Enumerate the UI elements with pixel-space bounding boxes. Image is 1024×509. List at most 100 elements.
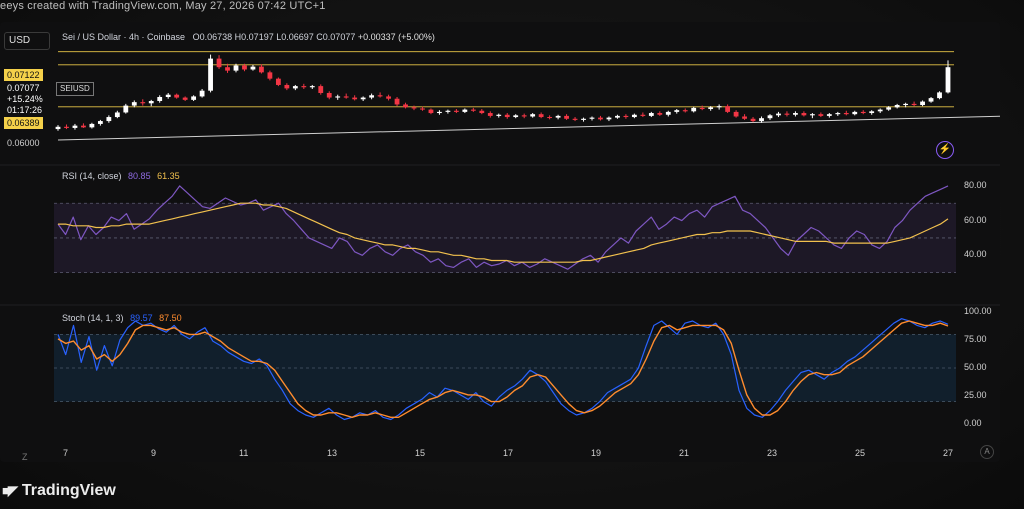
candle-body bbox=[445, 110, 451, 112]
candle-body bbox=[386, 96, 391, 99]
time-tick-label: 25 bbox=[855, 448, 866, 458]
candle-body bbox=[165, 94, 171, 97]
price-tag: 0.06389 bbox=[4, 117, 43, 129]
candle-body bbox=[742, 116, 747, 119]
auto-scale-button[interactable]: A bbox=[980, 445, 994, 459]
time-tick-label: 23 bbox=[767, 448, 778, 458]
candle-body bbox=[123, 105, 129, 113]
candle-body bbox=[97, 121, 103, 124]
candle-body bbox=[174, 94, 180, 98]
time-tick-label: 27 bbox=[943, 448, 954, 458]
candle-body bbox=[191, 96, 197, 100]
candle-body bbox=[530, 114, 536, 117]
candle-body bbox=[657, 113, 663, 115]
time-tick-label: 17 bbox=[503, 448, 514, 458]
stoch-tick-label: 50.00 bbox=[964, 362, 987, 372]
candle-body bbox=[691, 107, 697, 112]
candle-body bbox=[572, 118, 578, 120]
price-tag: 0.07122 bbox=[4, 69, 43, 81]
candle-body bbox=[640, 114, 646, 116]
candle-body bbox=[377, 95, 383, 97]
candle-body bbox=[699, 107, 705, 110]
candle-body bbox=[674, 110, 680, 112]
candle-body bbox=[437, 111, 442, 114]
stoch-tick-label: 25.00 bbox=[964, 390, 987, 400]
currency-selector[interactable]: USD bbox=[4, 32, 50, 50]
candle-body bbox=[589, 117, 595, 119]
candle-body bbox=[759, 118, 764, 122]
candle-body bbox=[945, 67, 951, 93]
candle-body bbox=[852, 111, 858, 115]
candle-body bbox=[513, 115, 519, 118]
candle-body bbox=[216, 58, 222, 68]
candle-body bbox=[309, 86, 315, 88]
lightning-icon[interactable]: ⚡ bbox=[936, 141, 954, 159]
candle-body bbox=[564, 115, 569, 119]
stoch-legend[interactable]: Stoch (14, 1, 3) 89.57 87.50 bbox=[62, 313, 182, 323]
tradingview-logo-icon: ■◤ bbox=[2, 483, 18, 498]
candle-body bbox=[826, 114, 832, 116]
candle-body bbox=[750, 118, 756, 122]
candle-body bbox=[106, 117, 112, 122]
candle-body bbox=[767, 115, 773, 119]
candle-body bbox=[242, 65, 247, 70]
candle-body bbox=[55, 126, 61, 130]
time-tick-label: 19 bbox=[591, 448, 602, 458]
candle-body bbox=[776, 113, 781, 116]
candle-body bbox=[487, 113, 493, 116]
candle-body bbox=[801, 113, 807, 116]
candle-body bbox=[259, 66, 264, 73]
rsi-tick-label: 60.00 bbox=[964, 214, 987, 225]
candle-body bbox=[335, 96, 341, 98]
candle-body bbox=[521, 115, 527, 117]
candle-body bbox=[818, 114, 824, 116]
candle-body bbox=[182, 97, 188, 100]
candle-body bbox=[860, 111, 866, 114]
time-tick-label: 9 bbox=[151, 448, 157, 458]
time-tick-label: 13 bbox=[327, 448, 338, 458]
candle-body bbox=[428, 109, 434, 114]
zoom-icon[interactable]: Z bbox=[22, 452, 28, 462]
candle-body bbox=[157, 96, 163, 102]
ohlc-high: H0.07197 bbox=[234, 32, 274, 42]
candle-body bbox=[809, 114, 815, 116]
stoch-k-value: 89.57 bbox=[130, 313, 153, 323]
candle-body bbox=[208, 58, 213, 91]
candle-body bbox=[894, 105, 900, 108]
candle-body bbox=[538, 114, 544, 118]
symbol-ticker-tag: SEIUSD bbox=[56, 82, 94, 96]
candle-body bbox=[716, 106, 722, 108]
candle-body bbox=[877, 109, 883, 112]
chart-canvas[interactable] bbox=[0, 22, 1000, 462]
candle-body bbox=[835, 113, 841, 115]
symbol-title[interactable]: Sei / US Dollar · 4h · Coinbase bbox=[62, 32, 185, 42]
time-tick-label: 7 bbox=[63, 448, 69, 458]
ohlc-change: +0.00337 (+5.00%) bbox=[357, 32, 435, 42]
candle-body bbox=[793, 113, 798, 115]
candle-body bbox=[928, 98, 934, 102]
created-caption: eeys created with TradingView.com, May 2… bbox=[0, 0, 326, 12]
candle-body bbox=[869, 111, 875, 114]
candle-body bbox=[369, 95, 375, 98]
time-tick-label: 21 bbox=[679, 448, 690, 458]
candle-body bbox=[131, 102, 137, 106]
candle-body bbox=[682, 110, 688, 112]
time-tick-label: 15 bbox=[415, 448, 426, 458]
candle-body bbox=[114, 112, 120, 118]
trendline bbox=[57, 115, 1000, 141]
candle-body bbox=[462, 109, 468, 112]
candle-body bbox=[615, 115, 620, 118]
price-tag: 0.06000 bbox=[4, 137, 43, 149]
candle-body bbox=[496, 114, 502, 116]
candle-body bbox=[72, 125, 78, 128]
candle-body bbox=[275, 78, 281, 85]
ohlc-open: O0.06738 bbox=[192, 32, 233, 42]
stoch-legend-title: Stoch (14, 1, 3) bbox=[62, 313, 124, 323]
candle-body bbox=[784, 113, 790, 115]
candle-body bbox=[292, 86, 298, 89]
candle-body bbox=[199, 90, 205, 97]
rsi-legend[interactable]: RSI (14, close) 80.85 61.35 bbox=[62, 171, 180, 181]
stoch-tick-label: 100.00 bbox=[964, 306, 992, 316]
tradingview-logo-text: TradingView bbox=[21, 482, 116, 499]
candle-body bbox=[581, 118, 586, 120]
